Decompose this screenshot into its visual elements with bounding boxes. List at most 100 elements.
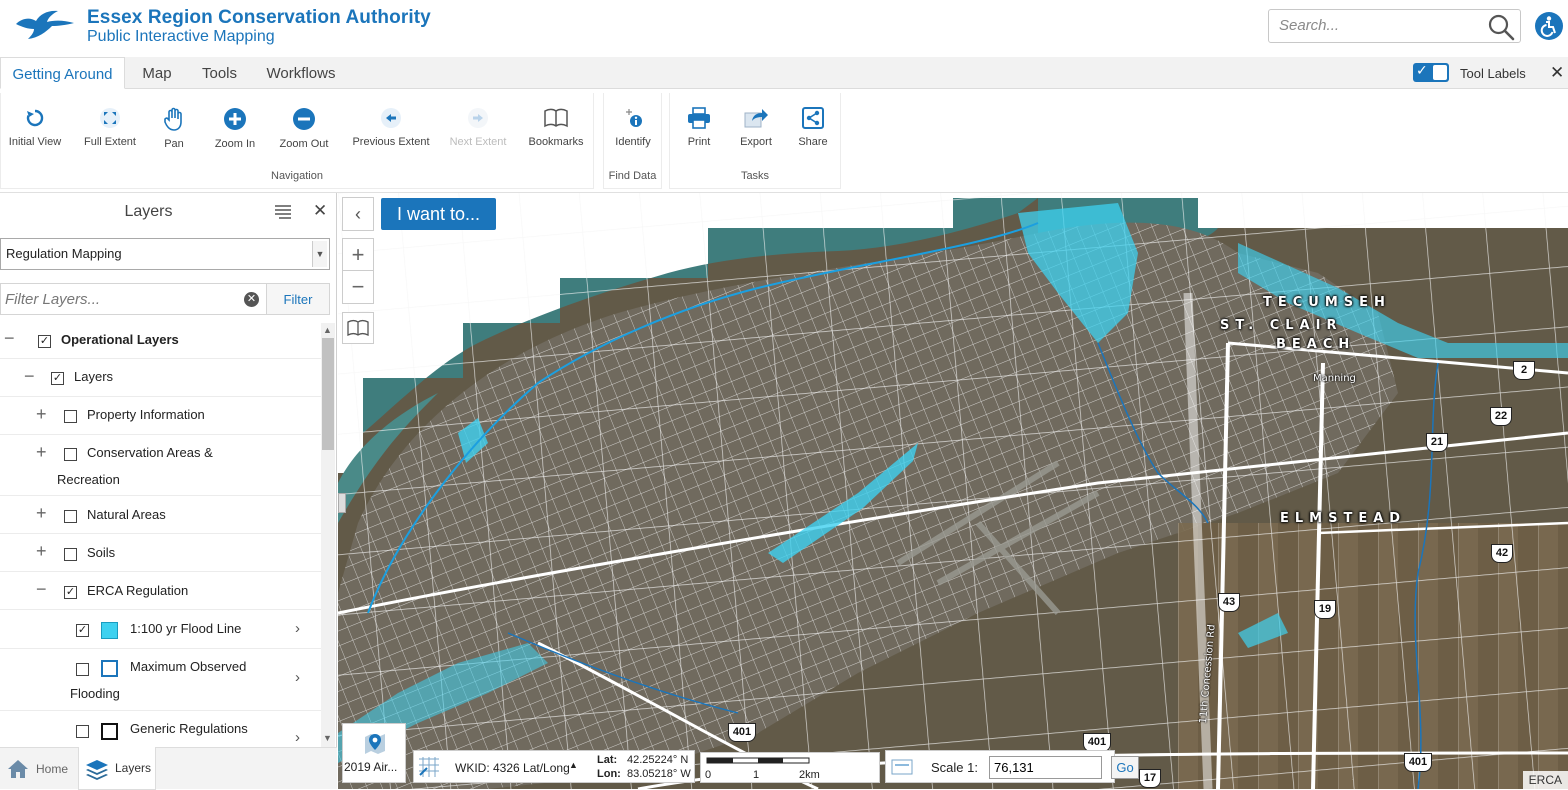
tab-map[interactable]: Map (131, 57, 183, 89)
collapse-icon[interactable]: − (4, 329, 15, 347)
chevron-right-icon[interactable]: › (295, 620, 300, 637)
map-view[interactable]: ‹ I want to... + − TECUMSEH ST. CLAIR BE… (338, 193, 1568, 789)
initial-view-button[interactable]: Initial View (5, 107, 65, 148)
scale-input[interactable] (989, 756, 1102, 779)
chevron-right-icon[interactable]: › (295, 669, 300, 686)
collapse-icon[interactable]: − (36, 580, 47, 598)
checkbox-soils[interactable] (64, 548, 77, 561)
zoom-in-button[interactable]: Zoom In (207, 107, 263, 150)
org-title: Essex Region Conservation Authority (87, 7, 431, 28)
menu-icon[interactable] (274, 205, 292, 219)
highway-shield: 19 (1314, 600, 1336, 619)
expand-icon[interactable]: + (36, 443, 47, 461)
panel-tab-home[interactable]: Home (0, 748, 78, 790)
tree-row-generic-regulations: Generic Regulations › (0, 711, 322, 743)
expand-icon[interactable]: + (36, 542, 47, 560)
checkbox-max-observed-flooding[interactable] (76, 663, 89, 676)
scale-go-button[interactable]: Go (1111, 756, 1139, 779)
find-data-group: Identify Find Data (603, 93, 662, 189)
find-data-group-label: Find Data (608, 170, 657, 182)
checkbox-flood-line[interactable]: ✓ (76, 624, 89, 637)
checkbox-conservation-areas[interactable] (64, 448, 77, 461)
panel-resize-handle[interactable] (338, 493, 346, 513)
layer-theme-select[interactable]: Regulation Mapping ▼ (0, 238, 330, 270)
tasks-group: Print Export Share Tasks (669, 93, 841, 189)
lon-value: 83.05218° W (627, 768, 691, 780)
tree-label: ERCA Regulation (87, 583, 189, 598)
tool-labels-toggle[interactable]: ✓ (1413, 62, 1449, 82)
scroll-up-icon[interactable]: ▲ (323, 325, 332, 335)
tree-label: Property Information (87, 407, 205, 422)
share-icon (802, 107, 824, 129)
toolbar-tabs: Getting Around Map Tools Workflows ✓ Too… (0, 57, 1568, 89)
i-want-to-button[interactable]: I want to... (381, 198, 496, 230)
map-zoom-control: + − (342, 238, 374, 304)
identify-button[interactable]: Identify (609, 107, 657, 148)
filter-layers-box[interactable]: ✕ (0, 283, 266, 315)
tree-label: Soils (87, 545, 116, 560)
highway-shield: 22 (1490, 407, 1512, 426)
expand-icon[interactable]: + (36, 504, 47, 522)
home-icon (8, 760, 28, 778)
print-button[interactable]: Print (680, 107, 718, 148)
coordinate-readout[interactable]: WKID: 4326 Lat/Long ▲ Lat: 42.25224° N L… (413, 750, 695, 783)
search-icon[interactable] (1487, 13, 1515, 41)
pan-button[interactable]: Pan (155, 107, 193, 150)
tab-tools[interactable]: Tools (193, 57, 246, 89)
full-extent-icon (100, 108, 120, 128)
map-zoom-out-button[interactable]: − (343, 271, 373, 303)
basemap-switcher-button[interactable]: 2019 Air... (342, 723, 406, 783)
expand-icon[interactable]: + (36, 405, 47, 423)
filter-layers-input[interactable] (5, 291, 235, 308)
panel-tab-layers[interactable]: Layers (78, 747, 156, 790)
checkbox-generic-regulations[interactable] (76, 725, 89, 738)
full-extent-button[interactable]: Full Extent (79, 107, 141, 148)
export-label: Export (740, 136, 772, 148)
scrollbar-thumb[interactable] (322, 338, 334, 450)
export-button[interactable]: Export (734, 107, 778, 148)
scroll-down-icon[interactable]: ▼ (323, 733, 332, 743)
tree-row-operational-layers: − ✓ Operational Layers (0, 323, 322, 359)
tab-getting-around[interactable]: Getting Around (0, 57, 125, 89)
checkbox-property-information[interactable] (64, 410, 77, 423)
bookmarks-button[interactable]: Bookmarks (525, 107, 587, 148)
scale-label: Scale 1: (931, 760, 978, 775)
erca-logo-icon (16, 10, 74, 39)
previous-extent-label: Previous Extent (352, 136, 430, 148)
collapse-panel-button[interactable]: ‹ (342, 197, 374, 231)
checkbox-layers[interactable]: ✓ (51, 372, 64, 385)
map-bookmarks-button[interactable] (342, 312, 374, 344)
toolbar: Initial View Full Extent Pan Zoom In Zoo… (0, 89, 1568, 193)
close-panel-icon[interactable]: ✕ (313, 201, 327, 221)
collapse-icon[interactable]: − (24, 367, 35, 385)
checkbox-erca-regulation[interactable]: ✓ (64, 586, 77, 599)
app-subtitle: Public Interactive Mapping (87, 28, 275, 45)
chevron-right-icon[interactable]: › (295, 729, 300, 743)
legend-swatch (101, 723, 118, 740)
next-extent-button[interactable]: Next Extent (446, 107, 510, 148)
checkbox-operational-layers[interactable]: ✓ (38, 335, 51, 348)
map-zoom-in-button[interactable]: + (343, 239, 373, 271)
layer-tree-scrollbar[interactable]: ▲ ▼ (321, 323, 335, 747)
tree-row-max-observed-flooding: Maximum Observed Flooding › (0, 649, 322, 711)
next-extent-label: Next Extent (449, 136, 507, 148)
lat-value: 42.25224° N (627, 754, 689, 766)
zoom-out-button[interactable]: Zoom Out (273, 107, 335, 150)
tab-workflows[interactable]: Workflows (258, 57, 344, 89)
accessibility-icon[interactable] (1535, 12, 1563, 40)
search-input[interactable] (1279, 17, 1469, 34)
close-toolbar-icon[interactable]: ✕ (1550, 63, 1564, 83)
print-icon (688, 107, 710, 129)
share-button[interactable]: Share (794, 107, 832, 148)
initial-view-icon (26, 109, 44, 127)
search-box[interactable] (1268, 9, 1521, 43)
clear-icon[interactable]: ✕ (244, 292, 259, 307)
bookmarks-icon (347, 319, 369, 337)
map-imagery[interactable] (338, 193, 1568, 789)
previous-extent-button[interactable]: Previous Extent (348, 107, 434, 148)
share-label: Share (798, 136, 828, 148)
filter-button[interactable]: Filter (266, 283, 330, 315)
checkbox-natural-areas[interactable] (64, 510, 77, 523)
lat-label: Lat: (597, 754, 618, 766)
highway-shield: 401 (1404, 753, 1432, 772)
